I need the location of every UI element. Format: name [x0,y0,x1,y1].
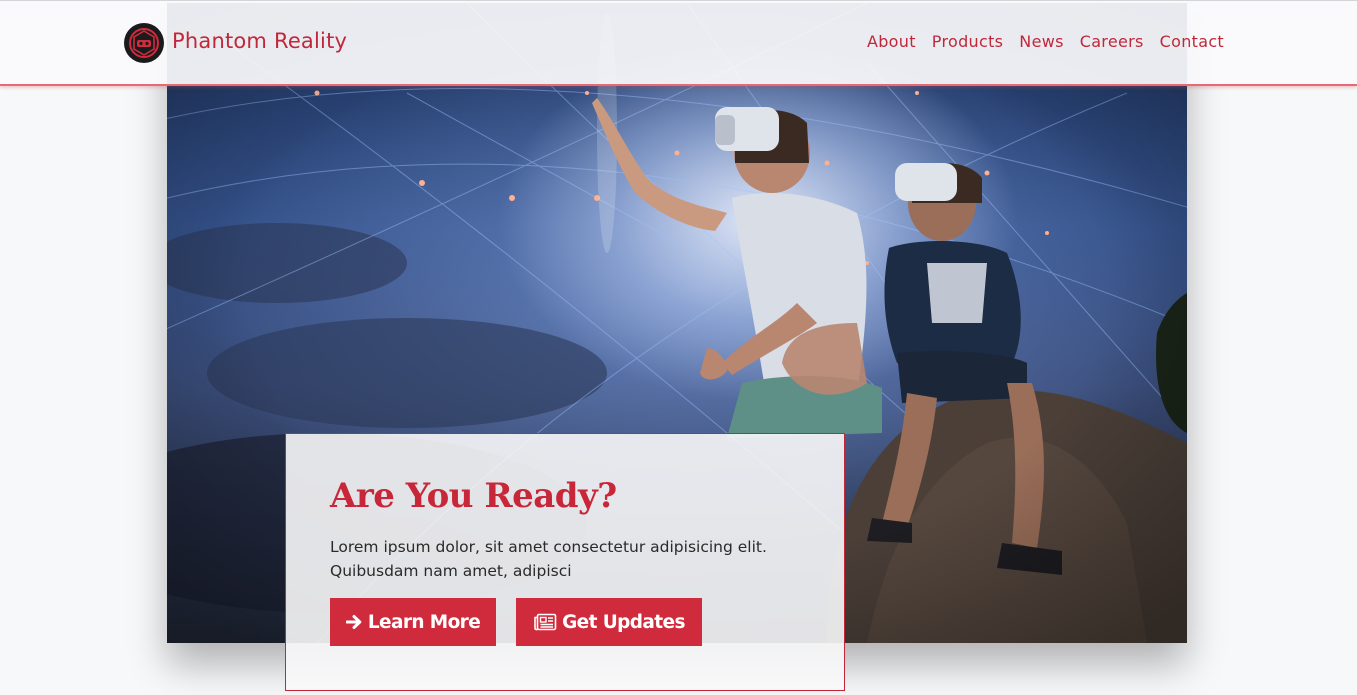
nav-item-careers[interactable]: Careers [1080,32,1144,51]
learn-more-button[interactable]: Learn More [330,598,496,646]
cta-body: Lorem ipsum dolor, sit amet consectetur … [330,538,767,580]
cta-title: Are You Ready? [330,476,617,516]
get-updates-button[interactable]: Get Updates [516,598,702,646]
brand-name[interactable]: Phantom Reality [172,29,347,53]
top-border [0,0,1357,1]
page: Phantom Reality About Products News Care… [0,0,1357,695]
learn-more-label: Learn More [367,611,481,633]
nav-item-about[interactable]: About [867,32,916,51]
nav-item-news[interactable]: News [1019,32,1063,51]
cta-card: Are You Ready? Lorem ipsum dolor, sit am… [285,433,845,691]
arrow-right-icon [345,614,363,630]
vr-headset-logo-icon[interactable] [123,22,165,64]
nav-item-products[interactable]: Products [932,32,1004,51]
newspaper-icon [533,613,557,631]
site-header: Phantom Reality About Products News Care… [0,0,1357,86]
main-nav: About Products News Careers Contact [867,32,1224,51]
get-updates-label: Get Updates [562,611,685,633]
nav-item-contact[interactable]: Contact [1160,32,1224,51]
